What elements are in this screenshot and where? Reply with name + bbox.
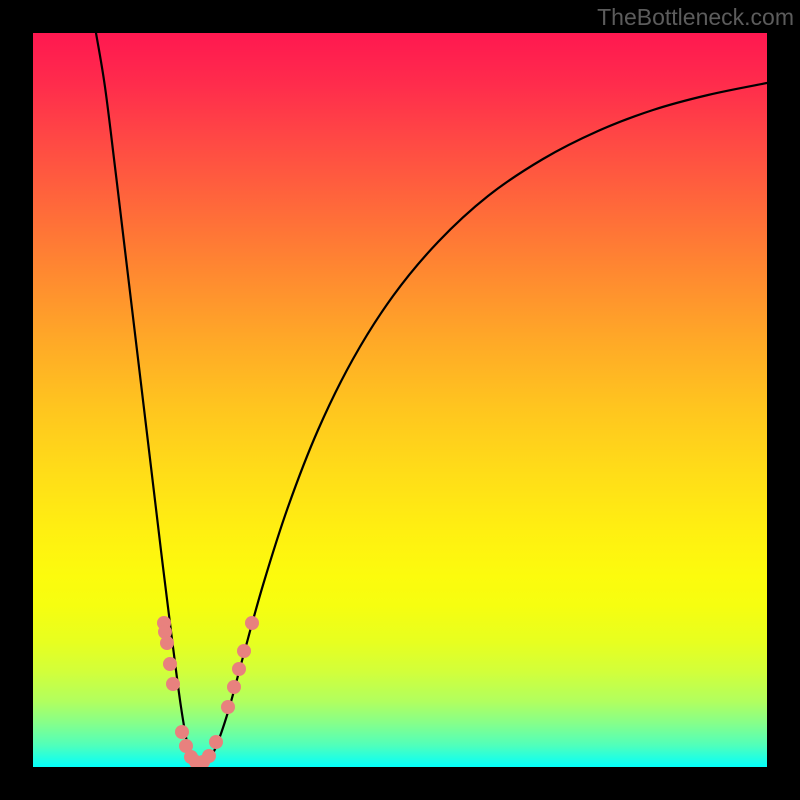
data-point-marker: [221, 700, 235, 714]
data-point-marker: [160, 636, 174, 650]
plot-area: [33, 33, 767, 767]
curve-right-curve: [198, 83, 767, 767]
marker-group: [157, 616, 259, 767]
data-point-marker: [245, 616, 259, 630]
chart-svg: [33, 33, 767, 767]
curve-group: [96, 33, 767, 767]
data-point-marker: [232, 662, 246, 676]
watermark-text: TheBottleneck.com: [597, 4, 794, 31]
data-point-marker: [237, 644, 251, 658]
chart-frame: TheBottleneck.com: [0, 0, 800, 800]
data-point-marker: [166, 677, 180, 691]
data-point-marker: [175, 725, 189, 739]
curve-left-curve: [96, 33, 198, 767]
data-point-marker: [209, 735, 223, 749]
data-point-marker: [227, 680, 241, 694]
data-point-marker: [202, 749, 216, 763]
data-point-marker: [163, 657, 177, 671]
